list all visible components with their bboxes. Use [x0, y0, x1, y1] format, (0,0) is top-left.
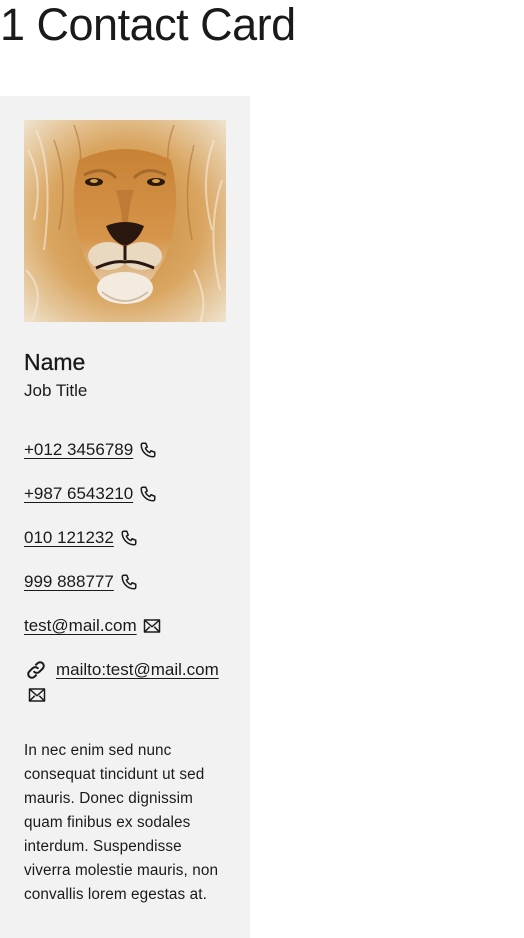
contact-job-title: Job Title: [24, 381, 88, 400]
phone-link[interactable]: 010 121232: [24, 527, 114, 549]
profile-photo: [24, 120, 226, 322]
contact-list: +012 3456789 +987 6543210 010 121232 999…: [24, 438, 226, 707]
envelope-icon: [142, 616, 162, 636]
contact-mailto: mailto:test@mail.com: [24, 658, 226, 707]
phone-icon: [138, 440, 158, 460]
envelope-icon: [28, 687, 48, 707]
link-icon: [24, 658, 48, 682]
contact-email: test@mail.com: [24, 614, 226, 638]
phone-icon: [119, 528, 139, 548]
contact-phone-2: +987 6543210: [24, 482, 226, 506]
contact-phone-3: 010 121232: [24, 526, 226, 550]
contact-name: Name: [24, 349, 86, 375]
contact-phone-4: 999 888777: [24, 570, 226, 594]
mailto-link[interactable]: mailto:test@mail.com: [56, 659, 219, 681]
phone-link[interactable]: +012 3456789: [24, 439, 133, 461]
phone-icon: [138, 484, 158, 504]
contact-bio: In nec enim sed nunc consequat tincidunt…: [24, 742, 219, 903]
phone-link[interactable]: +987 6543210: [24, 483, 133, 505]
email-link[interactable]: test@mail.com: [24, 615, 137, 637]
phone-icon: [119, 572, 139, 592]
lion-photo-illustration: [24, 120, 226, 322]
phone-link[interactable]: 999 888777: [24, 571, 114, 593]
contact-phone-1: +012 3456789: [24, 438, 226, 462]
page-title: 1 Contact Card: [0, 0, 296, 50]
contact-card: Name Job Title +012 3456789 +987 6543210…: [0, 96, 250, 938]
